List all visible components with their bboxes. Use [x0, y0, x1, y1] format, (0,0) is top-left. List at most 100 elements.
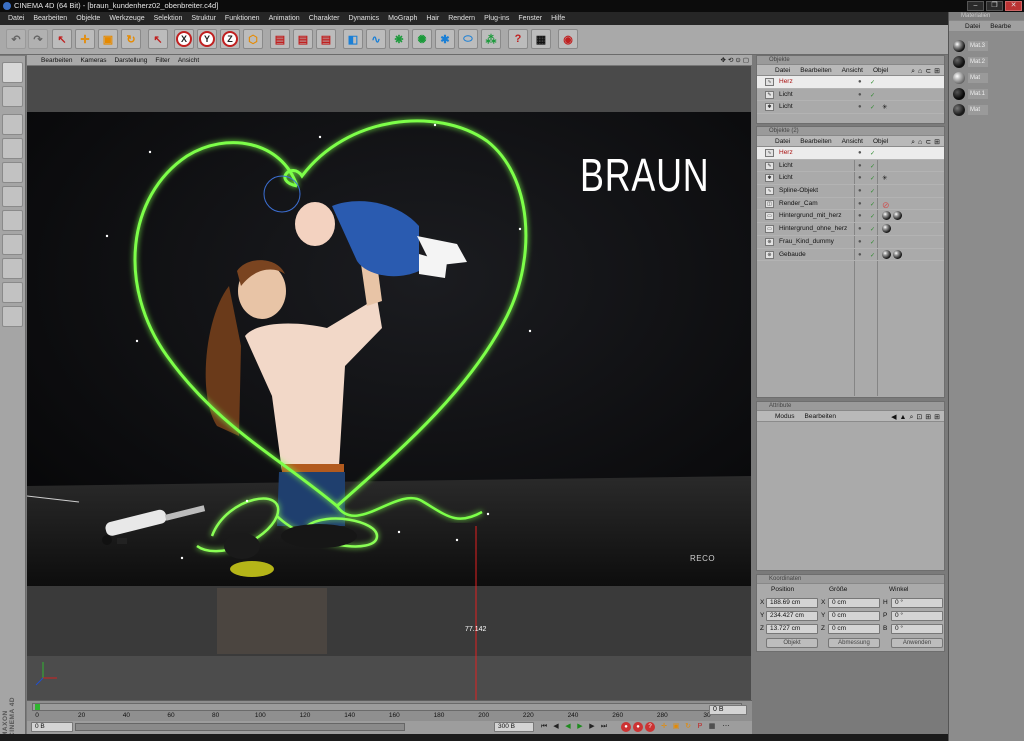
objects2-menu-ansicht[interactable]: Ansicht	[842, 136, 863, 146]
enabled-check-icon[interactable]: ✓	[870, 161, 875, 173]
light-tag-icon[interactable]: ✳	[882, 102, 887, 114]
visibility-dots[interactable]: ●	[858, 172, 862, 184]
enabled-check-icon[interactable]: ✓	[870, 250, 875, 262]
material-swatch[interactable]: Mat	[952, 71, 988, 84]
parameter-key-icon[interactable]: P	[695, 722, 705, 732]
enabled-check-icon[interactable]: ✓	[870, 211, 875, 223]
size-z-field[interactable]: 0 cm	[828, 624, 880, 634]
workplane-icon[interactable]	[2, 282, 23, 303]
material-tag-icon[interactable]	[893, 211, 902, 221]
menu-funktionen[interactable]: Funktionen	[225, 12, 260, 25]
record-icon[interactable]: ●	[621, 722, 631, 732]
viewport-menu-darstellung[interactable]: Darstellung	[114, 55, 147, 65]
enabled-check-icon[interactable]: ✓	[870, 148, 875, 160]
visibility-dots[interactable]: ●	[858, 89, 862, 101]
viewport-menu-kameras[interactable]: Kameras	[80, 55, 106, 65]
scale-key-icon[interactable]: ▣	[671, 722, 681, 732]
rotate-view-icon[interactable]: ⊙	[735, 55, 740, 66]
object-row[interactable]: ✱ Licht ● ✓ ✳	[757, 172, 944, 186]
menu-selektion[interactable]: Selektion	[154, 12, 183, 25]
texture-mode-icon[interactable]	[2, 186, 23, 207]
visibility-dots[interactable]: ●	[858, 101, 862, 113]
use-object-axis-icon[interactable]	[2, 86, 23, 107]
visibility-dots[interactable]: ●	[858, 210, 862, 222]
time-range-slider[interactable]	[75, 723, 405, 731]
move-tool-icon[interactable]: ✛	[75, 29, 95, 49]
material-swatch[interactable]: Mat.3	[952, 39, 988, 52]
z-axis-lock-icon[interactable]: Z	[220, 29, 240, 49]
hair-icon[interactable]: ◉	[558, 29, 578, 49]
use-model-icon[interactable]	[2, 62, 23, 83]
new-panel-icon[interactable]: ⊞	[934, 412, 940, 423]
object-row[interactable]: ∿ Herz ● ✓	[757, 76, 944, 89]
rotation-p-field[interactable]: 0 °	[891, 611, 943, 621]
rotation-key-icon[interactable]: ↻	[683, 722, 693, 732]
render-picture-viewer-icon[interactable]: ▤	[293, 29, 313, 49]
timeline[interactable]: 0 20 40 60 80 100 120 140 160 180 200 220 240 260 280 3…	[27, 700, 752, 721]
end-frame-field[interactable]: 300 B	[494, 722, 534, 732]
rotation-h-field[interactable]: 0 °	[891, 598, 943, 608]
object-row[interactable]: ✎ Licht ● ✓	[757, 89, 944, 102]
search-icon[interactable]: ⌕	[909, 412, 913, 423]
scene-icon[interactable]: ⁂	[481, 29, 501, 49]
apply-button[interactable]: Anwenden	[891, 638, 943, 648]
viewport-menu-bearbeiten[interactable]: Bearbeiten	[41, 55, 72, 65]
size-y-field[interactable]: 0 cm	[828, 611, 880, 621]
objects2-menu-datei[interactable]: Datei	[775, 136, 790, 146]
menu-rendern[interactable]: Rendern	[448, 12, 475, 25]
keyframe-selection-icon[interactable]: ?	[645, 722, 655, 732]
y-axis-lock-icon[interactable]: Y	[197, 29, 217, 49]
cube-primitive-icon[interactable]: ◧	[343, 29, 363, 49]
play-reverse-icon[interactable]: ◀	[563, 722, 573, 732]
rotate-tool-icon[interactable]: ↻	[121, 29, 141, 49]
menu-werkzeuge[interactable]: Werkzeuge	[109, 12, 144, 25]
play-icon[interactable]: ▶	[575, 722, 585, 732]
material-tag-icon[interactable]	[893, 249, 902, 259]
deformer-icon[interactable]: ⬭	[458, 29, 478, 49]
visibility-dots[interactable]: ●	[858, 198, 862, 210]
render-settings-icon[interactable]: ▤	[316, 29, 336, 49]
position-y-field[interactable]: 234.427 cm	[766, 611, 818, 621]
next-key-icon[interactable]: ▶	[587, 722, 597, 732]
enabled-check-icon[interactable]: ✓	[870, 199, 875, 211]
render-view-icon[interactable]: ▤	[270, 29, 290, 49]
x-axis-lock-icon[interactable]: X	[174, 29, 194, 49]
restore-icon[interactable]: ❐	[986, 1, 1003, 11]
visibility-dots[interactable]: ●	[858, 185, 862, 197]
go-to-end-icon[interactable]: ⏭	[599, 722, 609, 732]
subdivision-surface-icon[interactable]: ❋	[389, 29, 409, 49]
undo-icon[interactable]: ↶	[6, 29, 26, 49]
size-x-field[interactable]: 0 cm	[828, 598, 880, 608]
visibility-dots[interactable]: ●	[858, 236, 862, 248]
viewport-menu-filter[interactable]: Filter	[155, 55, 169, 65]
back-arrow-icon[interactable]: ◀	[891, 412, 896, 423]
size-mode-select[interactable]: Abmessung	[828, 638, 880, 648]
snap-icon[interactable]	[2, 258, 23, 279]
menu-hair[interactable]: Hair	[426, 12, 439, 25]
array-icon[interactable]: ✺	[412, 29, 432, 49]
menu-charakter[interactable]: Charakter	[309, 12, 340, 25]
object-row[interactable]: ⊕ Frau_Kind_dummy ● ✓	[757, 236, 944, 249]
object-row[interactable]: ▭ Hintergrund_mit_herz ● ✓	[757, 210, 944, 224]
protection-tag-icon[interactable]: ⊘	[882, 199, 890, 211]
enabled-check-icon[interactable]: ✓	[870, 186, 875, 198]
lock-icon[interactable]: ⊡	[916, 412, 922, 423]
object-row[interactable]: ◫ Render_Cam ● ✓ ⊘	[757, 198, 944, 211]
model-mode-icon[interactable]: ↖	[148, 29, 168, 49]
coordinate-mode-select[interactable]: Objekt	[766, 638, 818, 648]
light-icon[interactable]: ▦	[531, 29, 551, 49]
edges-mode-icon[interactable]	[2, 138, 23, 159]
attributes-menu-modus[interactable]: Modus	[775, 411, 795, 421]
live-select-icon[interactable]: ↖	[52, 29, 72, 49]
polygons-mode-icon[interactable]	[2, 162, 23, 183]
coordinate-system-icon[interactable]: ⬡	[243, 29, 263, 49]
maximize-view-icon[interactable]: ▢	[743, 55, 749, 66]
move-view-icon[interactable]: ✥	[720, 55, 725, 66]
mograph-icon[interactable]: ✱	[435, 29, 455, 49]
timeline-bar[interactable]	[32, 703, 742, 711]
objects-menu-ansicht[interactable]: Ansicht	[842, 65, 863, 75]
menu-bearbeiten[interactable]: Bearbeiten	[33, 12, 67, 25]
materials-menu-bearbeiten[interactable]: Bearbe	[990, 21, 1011, 31]
object-row[interactable]: ✱ Licht ● ✓ ✳	[757, 101, 944, 115]
position-key-icon[interactable]: ✛	[659, 722, 669, 732]
